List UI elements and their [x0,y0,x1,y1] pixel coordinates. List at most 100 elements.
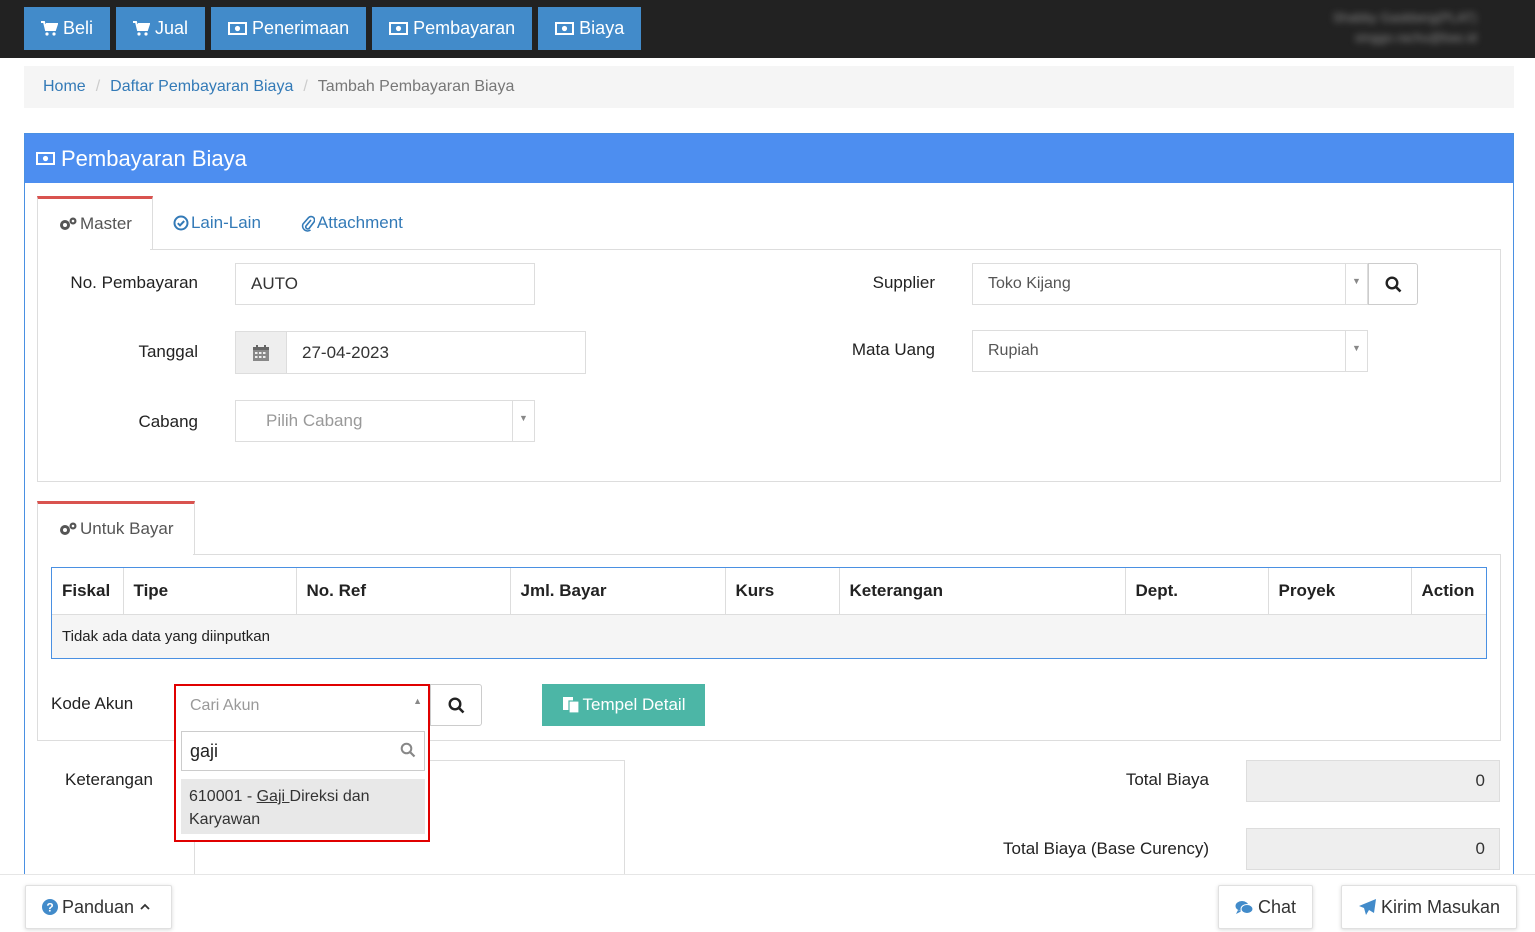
kirim-masukan-label: Kirim Masukan [1381,896,1501,917]
akun-option-match: Gaji [256,788,290,805]
nav-pembayaran-button[interactable]: Pembayaran [372,7,533,50]
chat-icon [1235,900,1254,914]
nav-label: Jual [155,18,189,38]
cabang-select[interactable]: Pilih Cabang ▼ [235,400,535,442]
nav-label: Penerimaan [252,18,350,38]
tab-attachment[interactable]: Attachment [281,196,423,250]
breadcrumb-current: Tambah Pembayaran Biaya [317,78,515,95]
tab-label: Attachment [316,213,403,232]
no-pembayaran-input[interactable]: AUTO [235,263,535,305]
search-value: gaji [190,740,219,761]
supplier-value: Toko Kijang [988,275,1071,292]
nav-label: Beli [63,18,94,38]
tab-label: Untuk Bayar [80,519,174,538]
money-icon [555,22,575,35]
nav-jual-button[interactable]: Jual [116,7,206,50]
caret-up-icon: ▲ [413,696,422,706]
col-fiskal: Fiskal [52,568,124,615]
panduan-label: Panduan [62,896,135,917]
nav-penerimaan-button[interactable]: Penerimaan [211,7,367,50]
kode-akun-dropdown[interactable]: Cari Akun ▲ gaji 610001 - Gaji Direksi d… [174,684,430,842]
active-tab-joint [38,248,150,250]
detail-tabs: Untuk Bayar [37,501,195,555]
panel-title: Pembayaran Biaya [61,145,247,171]
kode-akun-label: Kode Akun [51,694,134,713]
keterangan-label: Keterangan [65,770,153,789]
chat-label: Chat [1258,896,1297,917]
kode-akun-placeholder: Cari Akun [190,697,260,714]
money-icon [389,22,409,35]
svg-text:?: ? [46,901,53,915]
panduan-button[interactable]: ? Panduan [25,885,173,929]
tanggal-input[interactable]: 27-04-2023 [286,331,586,374]
cart-icon [133,21,151,36]
supplier-select[interactable]: Toko Kijang ▼ [972,263,1368,305]
calendar-icon [253,344,269,361]
col-keterangan: Keterangan [839,568,1126,615]
paperclip-icon [301,215,315,232]
money-icon [228,22,248,35]
col-dept: Dept. [1125,568,1269,615]
akun-option[interactable]: 610001 - Gaji Direksi dan Karyawan [181,779,425,834]
tab-master[interactable]: Master [37,196,153,250]
tab-untuk-bayar[interactable]: Untuk Bayar [37,501,195,555]
search-icon [1384,275,1401,292]
tempel-detail-button[interactable]: Tempel Detail [542,684,705,726]
akun-option-rest: Direksi dan [289,788,370,805]
table-row: Tidak ada data yang diinputkan [52,614,1486,658]
tab-lain-lain[interactable]: Lain-Lain [153,196,281,250]
master-tabs: Master Lain-Lain Attachment [37,196,423,250]
check-circle-icon [173,215,189,231]
user-name: Shabby Gaskberg(PLAT) [1332,10,1477,25]
chat-button[interactable]: Chat [1218,885,1314,929]
gears-icon [60,217,77,230]
nav-biaya-button[interactable]: Biaya [538,7,642,50]
total-base-field: 0 [1246,828,1500,870]
caret-down-icon: ▼ [1345,331,1367,371]
col-jml-bayar: Jml. Bayar [510,568,726,615]
col-no-ref: No. Ref [296,568,511,615]
money-icon [36,152,55,165]
total-biaya-field: 0 [1246,760,1500,802]
detail-table: Fiskal Tipe No. Ref Jml. Bayar Kurs Kete… [51,567,1487,659]
akun-option-line2: Karyawan [189,811,261,828]
no-pembayaran-label: No. Pembayaran [70,273,198,292]
total-biaya-label: Total Biaya [1125,770,1209,789]
calendar-addon[interactable] [235,331,287,374]
breadcrumb-home-link[interactable]: Home [43,78,86,96]
breadcrumb-separator: / [95,78,101,95]
col-proyek: Proyek [1268,568,1412,615]
tab-label: Master [80,214,132,233]
search-icon [400,742,416,758]
nav-label: Pembayaran [413,18,516,38]
akun-search-button[interactable] [430,684,482,726]
kode-akun-select[interactable]: Cari Akun ▲ [176,686,428,726]
breadcrumb-list-link[interactable]: Daftar Pembayaran Biaya [110,78,293,96]
main-nav: Beli Jual Penerimaan Pembayaran Biaya [24,7,642,50]
mata-uang-select[interactable]: Rupiah ▼ [972,330,1368,372]
supplier-search-button[interactable] [1368,263,1418,305]
table-header-row: Fiskal Tipe No. Ref Jml. Bayar Kurs Kete… [52,568,1486,615]
cabang-label: Cabang [138,412,198,431]
panel-heading: Pembayaran Biaya [25,134,1513,183]
user-email: singgo.rachu@bas.id [1354,30,1477,45]
top-navbar: Beli Jual Penerimaan Pembayaran Biaya Sh… [0,0,1535,58]
breadcrumb-separator: / [303,78,308,95]
gears-icon [60,522,77,535]
empty-message: Tidak ada data yang diinputkan [52,614,1486,658]
paste-icon [562,697,580,714]
bottom-bar: ? Panduan Chat Kirim Masukan [0,874,1535,932]
supplier-label: Supplier [872,273,935,292]
cabang-placeholder: Pilih Cabang [266,411,363,430]
nav-label: Biaya [579,18,625,38]
col-kurs: Kurs [725,568,840,615]
col-action: Action [1411,568,1486,615]
user-info[interactable]: Shabby Gaskberg(PLAT) singgo.rachu@bas.i… [1333,8,1477,48]
nav-beli-button[interactable]: Beli [24,7,111,50]
tanggal-label: Tanggal [138,342,198,361]
col-tipe: Tipe [123,568,297,615]
akun-option-code: 610001 - [189,788,257,805]
chevron-up-icon [140,903,150,910]
kirim-masukan-button[interactable]: Kirim Masukan [1341,885,1518,929]
kode-akun-search-input[interactable]: gaji [181,731,425,771]
